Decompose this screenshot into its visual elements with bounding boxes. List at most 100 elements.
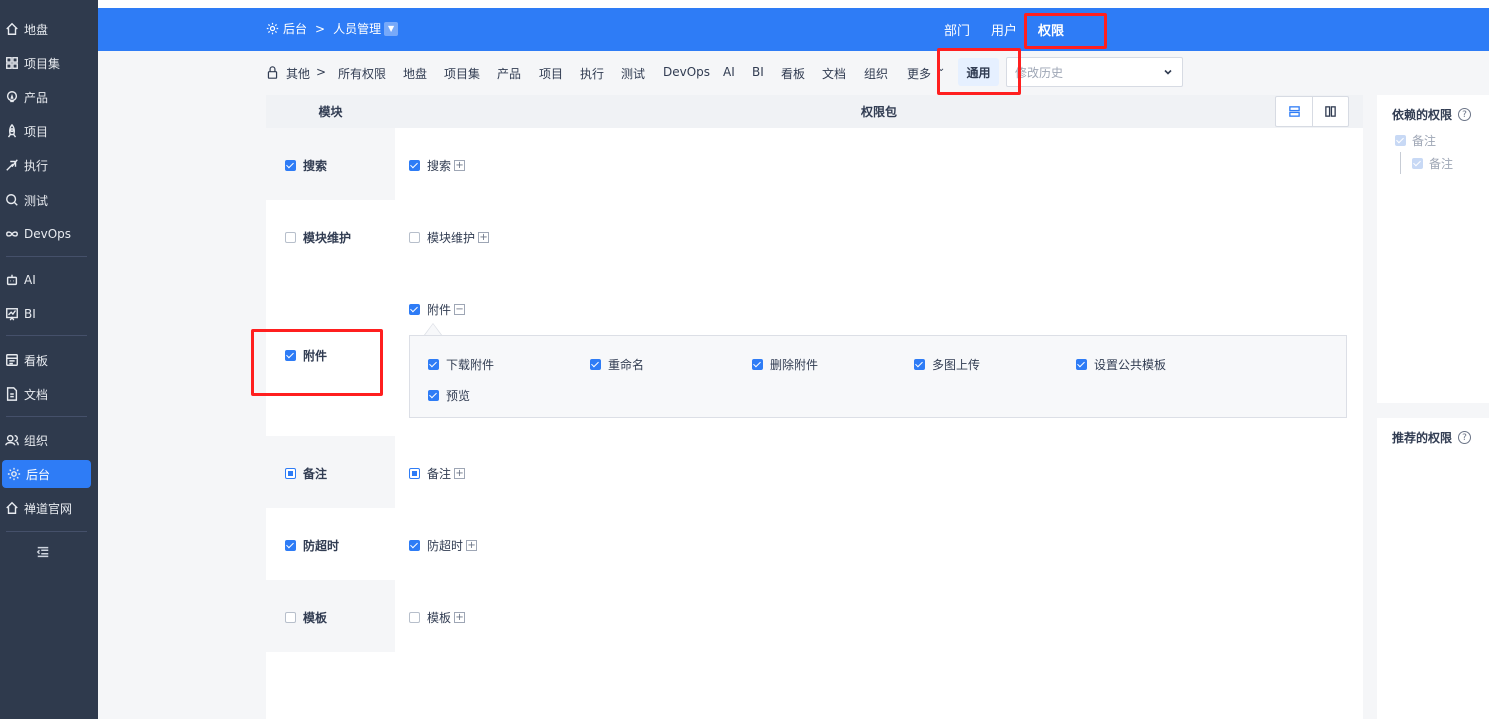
package-attachment[interactable]: 附件 − xyxy=(409,301,466,318)
sidebar-item-label: 后台 xyxy=(26,467,51,482)
chevron-down-icon[interactable]: ▼ xyxy=(384,21,399,36)
package-label: 模板 xyxy=(427,611,452,625)
checkbox[interactable] xyxy=(409,468,420,479)
help-icon[interactable]: ? xyxy=(1458,108,1472,121)
attachment-permissions: 下载附件 重命名 删除附件 多图上传 设置公共模板 预览 xyxy=(409,335,1347,418)
package-template[interactable]: 模板 + xyxy=(409,609,466,626)
perm-rename[interactable]: 重命名 xyxy=(590,356,644,373)
collapse-icon[interactable]: − xyxy=(454,304,466,315)
package-tree[interactable]: 模块维护 + xyxy=(409,229,490,246)
package-search[interactable]: 搜索 + xyxy=(409,157,466,174)
view-switcher xyxy=(1275,96,1349,127)
perm-delete[interactable]: 删除附件 xyxy=(752,356,818,373)
subnav-ai[interactable]: AI xyxy=(723,65,735,79)
module-attachment[interactable]: 附件 xyxy=(285,347,327,364)
sidebar-item-label: 执行 xyxy=(24,158,49,173)
sidebar-item-execution[interactable]: 执行 xyxy=(0,151,98,179)
subnav-doc[interactable]: 文档 xyxy=(822,65,846,82)
checkbox[interactable] xyxy=(285,350,296,361)
expand-icon[interactable]: + xyxy=(466,540,478,551)
sidebar-item-org[interactable]: 组织 xyxy=(0,426,98,454)
checkbox[interactable] xyxy=(409,612,420,623)
lock-icon xyxy=(266,66,279,82)
perm-download[interactable]: 下载附件 xyxy=(428,356,494,373)
checkbox[interactable] xyxy=(285,160,296,171)
subnav-other[interactable]: 其他 xyxy=(286,65,310,82)
sidebar-item-product[interactable]: 产品 xyxy=(0,83,98,111)
sidebar-item-label: 禅道官网 xyxy=(24,501,73,516)
perm-public-template[interactable]: 设置公共模板 xyxy=(1076,356,1166,373)
subnav-more[interactable]: 更多 xyxy=(907,65,931,82)
checkbox[interactable] xyxy=(1076,359,1087,370)
checkbox[interactable] xyxy=(590,359,601,370)
checkbox[interactable] xyxy=(409,232,420,243)
subnav-org[interactable]: 组织 xyxy=(864,65,888,82)
sidebar-item-website[interactable]: 禅道官网 xyxy=(0,494,98,522)
module-search[interactable]: 搜索 xyxy=(285,157,327,174)
history-select[interactable]: 修改历史 xyxy=(1006,57,1183,87)
column-view-icon[interactable] xyxy=(1312,97,1348,126)
subnav-common[interactable]: 通用 xyxy=(958,58,999,86)
sidebar-item-dashboard[interactable]: 地盘 xyxy=(0,15,98,43)
tab-user[interactable]: 用户 xyxy=(991,20,1017,39)
package-timeout[interactable]: 防超时 + xyxy=(409,537,478,554)
breadcrumb-root[interactable]: 后台 xyxy=(283,20,307,37)
checkbox[interactable] xyxy=(752,359,763,370)
breadcrumb-current[interactable]: 人员管理 xyxy=(333,20,381,37)
subnav-bi[interactable]: BI xyxy=(752,65,764,79)
checkbox[interactable] xyxy=(409,304,420,315)
collapse-sidebar-icon[interactable] xyxy=(36,545,52,561)
expand-icon[interactable]: + xyxy=(478,232,490,243)
sidebar-item-kanban[interactable]: 看板 xyxy=(0,346,98,374)
sidebar-item-ai[interactable]: AI xyxy=(0,266,98,294)
list-view-icon[interactable] xyxy=(1276,97,1312,126)
sidebar-item-devops[interactable]: DevOps xyxy=(0,220,98,248)
sidebar-item-program[interactable]: 项目集 xyxy=(0,49,98,77)
expand-icon[interactable]: + xyxy=(454,612,466,623)
robot-icon xyxy=(4,272,20,288)
subnav-program[interactable]: 项目集 xyxy=(444,65,480,82)
sidebar-item-test[interactable]: 测试 xyxy=(0,186,98,214)
module-label: 搜索 xyxy=(303,159,328,173)
chevron-down-icon[interactable]: ⌄ xyxy=(937,63,945,74)
perm-preview[interactable]: 预览 xyxy=(428,387,470,404)
module-comment[interactable]: 备注 xyxy=(285,465,327,482)
checkbox[interactable] xyxy=(285,232,296,243)
module-timeout[interactable]: 防超时 xyxy=(285,537,339,554)
kanban-icon xyxy=(4,352,20,368)
subnav-all[interactable]: 所有权限 xyxy=(338,65,386,82)
checkbox[interactable] xyxy=(428,359,439,370)
subnav-execution[interactable]: 执行 xyxy=(580,65,604,82)
subnav-product[interactable]: 产品 xyxy=(497,65,521,82)
subnav-kanban[interactable]: 看板 xyxy=(781,65,805,82)
sidebar-item-bi[interactable]: BI xyxy=(0,300,98,328)
gear-icon xyxy=(6,466,22,482)
package-comment[interactable]: 备注 + xyxy=(409,465,466,482)
document-icon xyxy=(4,386,20,402)
checkbox[interactable] xyxy=(409,160,420,171)
checkbox[interactable] xyxy=(409,540,420,551)
checkbox[interactable] xyxy=(285,612,296,623)
expand-icon[interactable]: + xyxy=(454,468,466,479)
checkbox[interactable] xyxy=(285,468,296,479)
checkbox[interactable] xyxy=(914,359,925,370)
perm-label: 设置公共模板 xyxy=(1094,358,1167,372)
perm-multi-upload[interactable]: 多图上传 xyxy=(914,356,980,373)
checkbox[interactable] xyxy=(285,540,296,551)
subnav-devops[interactable]: DevOps xyxy=(663,65,710,79)
expand-icon[interactable]: + xyxy=(454,160,466,171)
subnav-dashboard[interactable]: 地盘 xyxy=(403,65,427,82)
module-template[interactable]: 模板 xyxy=(285,609,327,626)
sidebar-item-project[interactable]: 项目 xyxy=(0,117,98,145)
subnav-test[interactable]: 测试 xyxy=(621,65,645,82)
sidebar-item-admin[interactable]: 后台 xyxy=(2,460,91,488)
tab-department[interactable]: 部门 xyxy=(944,20,970,39)
subnav-project[interactable]: 项目 xyxy=(539,65,563,82)
help-icon[interactable]: ? xyxy=(1458,431,1472,444)
depend-label: 备注 xyxy=(1412,134,1437,148)
tab-permission[interactable]: 权限 xyxy=(1038,20,1064,39)
sidebar-item-label: 项目集 xyxy=(24,56,61,71)
sidebar-item-doc[interactable]: 文档 xyxy=(0,380,98,408)
checkbox[interactable] xyxy=(428,390,439,401)
module-tree[interactable]: 模块维护 xyxy=(285,229,351,246)
